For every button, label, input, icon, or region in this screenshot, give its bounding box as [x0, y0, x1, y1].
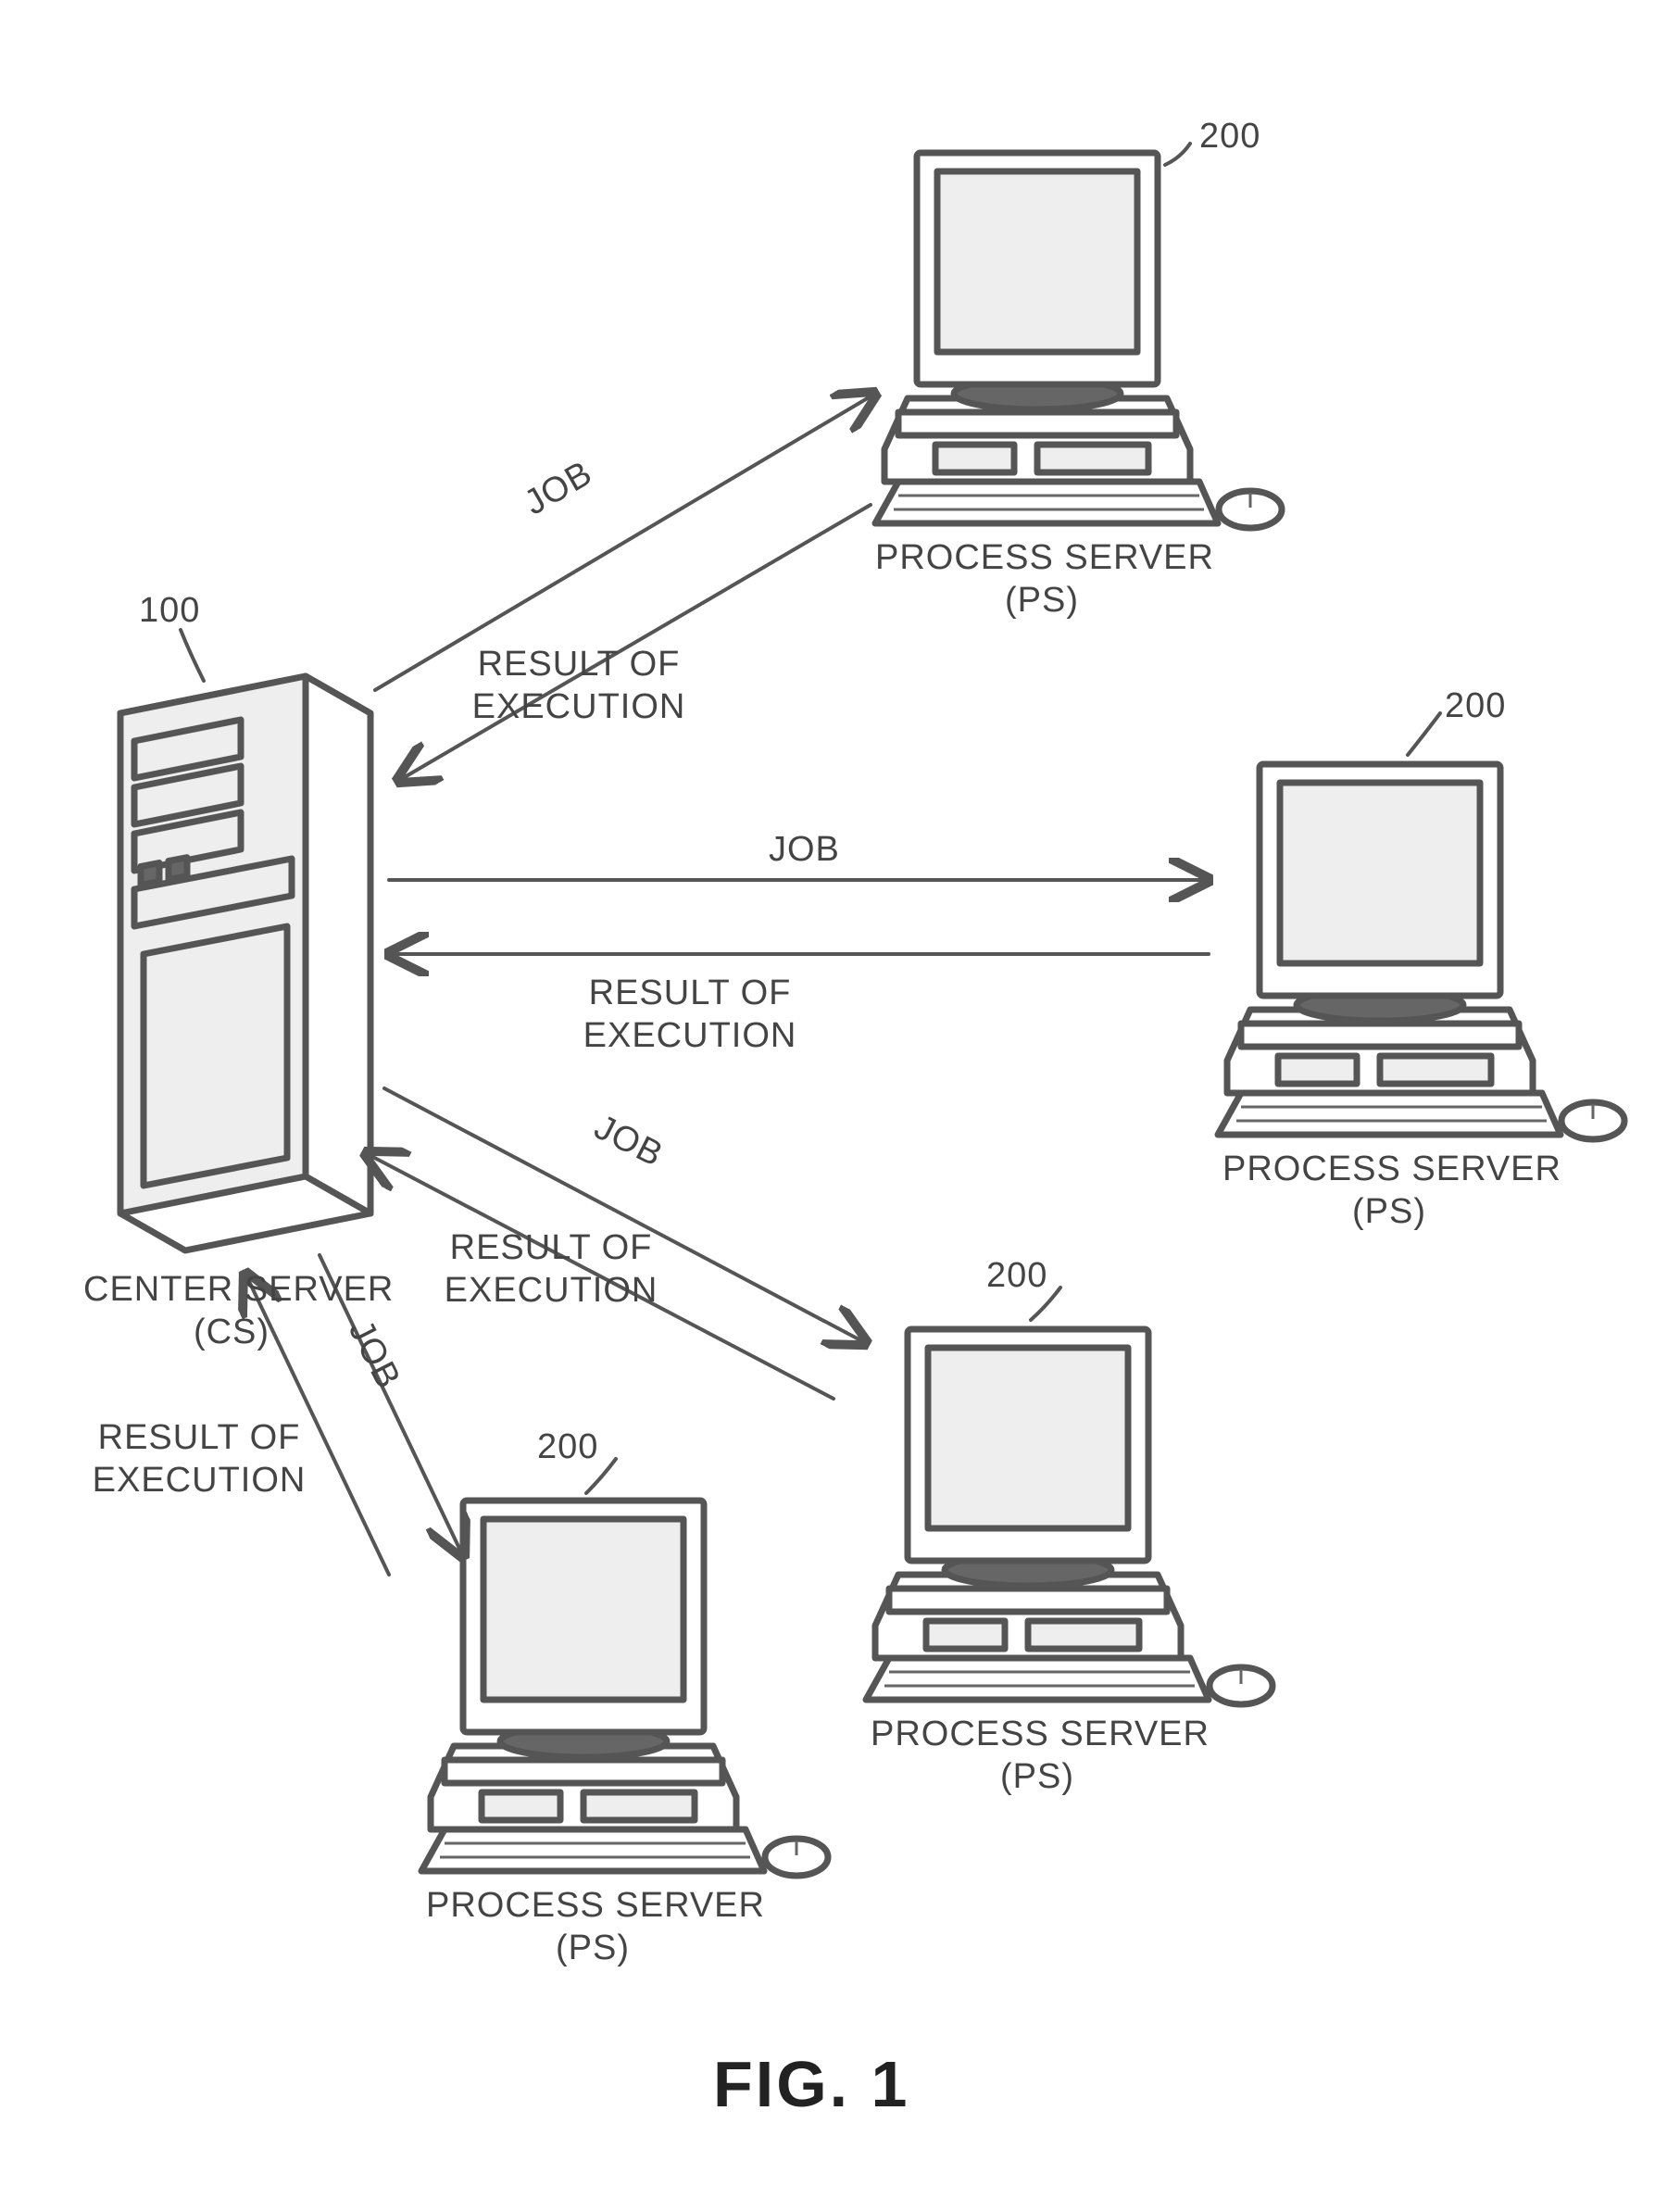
ps2-ref: 200	[1445, 685, 1506, 728]
ps4-label: PROCESS SERVER (PS)	[426, 1885, 759, 1969]
diagram-page: 100 CENTER SERVER (CS) 200 PROCESS SERVE…	[0, 0, 1680, 2186]
ps2-label: PROCESS SERVER (PS)	[1222, 1149, 1556, 1233]
ps3-ref: 200	[986, 1255, 1047, 1298]
process-server-1-icon	[875, 153, 1282, 528]
ps1-label: PROCESS SERVER (PS)	[875, 537, 1209, 622]
diagram-svg	[0, 0, 1680, 2186]
process-server-2-icon	[1218, 764, 1624, 1139]
center-server-ref: 100	[139, 590, 200, 633]
link1-result: RESULT OF EXECUTION	[468, 644, 690, 728]
link3-result: RESULT OF EXECUTION	[440, 1227, 662, 1312]
process-server-3-icon	[866, 1329, 1273, 1704]
ps1-ref: 200	[1199, 116, 1260, 158]
ps4-ref: 200	[537, 1426, 598, 1469]
link2-result: RESULT OF EXECUTION	[579, 973, 801, 1057]
center-server-icon	[120, 676, 370, 1250]
process-server-4-icon	[421, 1501, 828, 1876]
ps3-label: PROCESS SERVER (PS)	[871, 1714, 1204, 1798]
link4-result: RESULT OF EXECUTION	[88, 1417, 310, 1501]
center-server-label: CENTER SERVER (CS)	[83, 1269, 380, 1353]
link2-job: JOB	[769, 829, 840, 872]
figure-caption: FIG. 1	[713, 2047, 909, 2121]
